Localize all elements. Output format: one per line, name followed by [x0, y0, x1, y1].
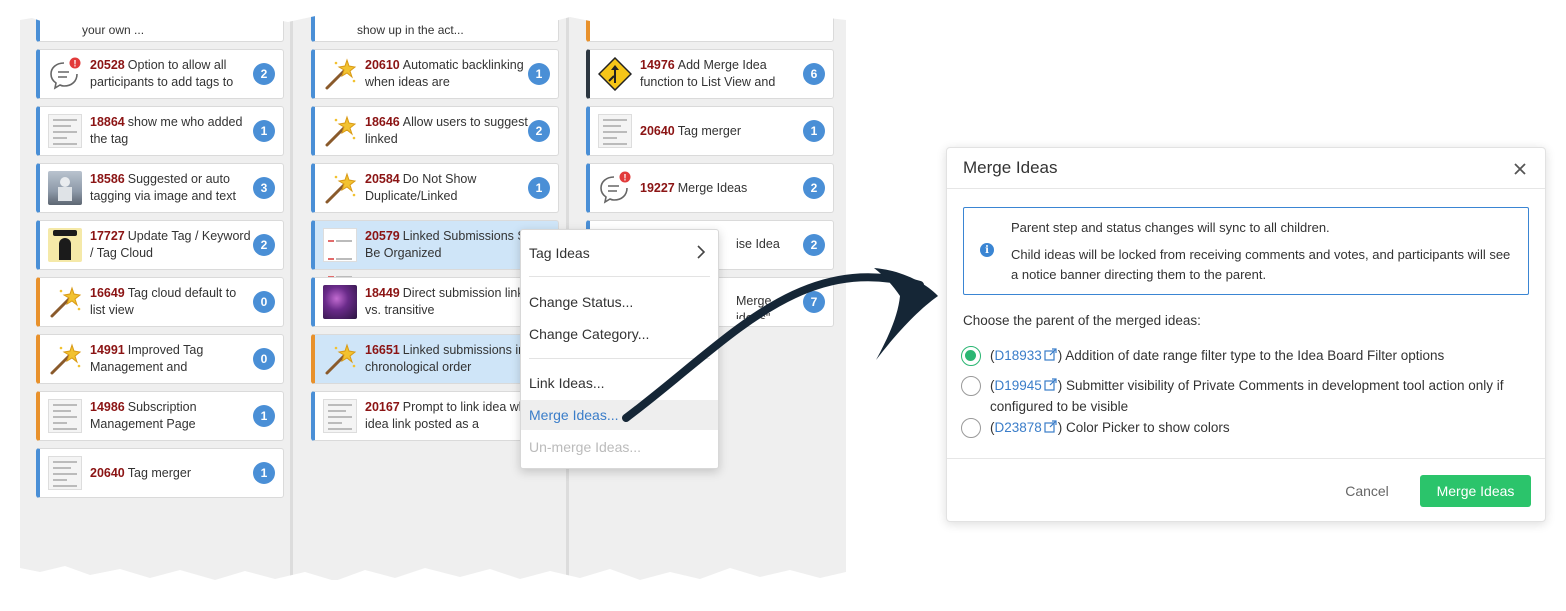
- screenshot-stage: your own ... show up in the act... ! 2052…: [0, 0, 1566, 611]
- menu-item-label: Change Category...: [529, 326, 650, 342]
- chevron-right-icon: [696, 245, 706, 262]
- info-line-1: Parent step and status changes will sync…: [1011, 220, 1330, 235]
- radio-button[interactable]: [961, 376, 981, 396]
- option-text: (D18933) Addition of date range filter t…: [990, 346, 1444, 367]
- option-text: (D19945) Submitter visibility of Private…: [990, 377, 1504, 414]
- idea-link[interactable]: D19945: [995, 378, 1042, 393]
- idea-link[interactable]: D18933: [995, 348, 1042, 363]
- info-icon: i: [980, 243, 994, 257]
- menu-item-label: Link Ideas...: [529, 375, 605, 391]
- context-menu: Tag Ideas Change Status... Change Catego…: [520, 229, 719, 469]
- radio-button[interactable]: [961, 418, 981, 438]
- dialog-title: Merge Ideas: [963, 158, 1058, 177]
- option-label: ) Color Picker to show colors: [1057, 420, 1230, 435]
- menu-item-change-status[interactable]: Change Status...: [521, 287, 718, 317]
- parent-option[interactable]: (D23878) Color Picker to show colors: [961, 418, 1536, 439]
- menu-item-label: Merge Ideas...: [529, 407, 619, 423]
- option-text: (D23878) Color Picker to show colors: [990, 418, 1230, 439]
- choose-parent-label: Choose the parent of the merged ideas:: [963, 313, 1201, 328]
- external-link-icon: [1044, 377, 1057, 397]
- parent-option[interactable]: (D19945) Submitter visibility of Private…: [961, 376, 1536, 417]
- menu-item-change-category[interactable]: Change Category...: [521, 319, 718, 349]
- option-label: ) Addition of date range filter type to …: [1057, 348, 1445, 363]
- radio-button[interactable]: [961, 346, 981, 366]
- menu-item-link-ideas[interactable]: Link Ideas...: [521, 368, 718, 398]
- menu-item-tag-ideas[interactable]: Tag Ideas: [521, 238, 718, 268]
- merge-ideas-button[interactable]: Merge Ideas: [1420, 475, 1531, 507]
- cancel-button[interactable]: Cancel: [1327, 475, 1407, 507]
- menu-item-label: Change Status...: [529, 294, 634, 310]
- menu-item-label: Un-merge Ideas...: [529, 439, 642, 455]
- menu-separator: [529, 276, 710, 277]
- external-link-icon: [1044, 347, 1057, 367]
- idea-link[interactable]: D23878: [995, 420, 1042, 435]
- menu-item-label: Tag Ideas: [529, 245, 590, 261]
- dialog-header-divider: [947, 188, 1545, 189]
- menu-item-merge-ideas[interactable]: Merge Ideas...: [521, 400, 718, 430]
- merge-ideas-dialog: Merge Ideas i Parent step and status cha…: [946, 147, 1546, 522]
- external-link-icon: [1044, 419, 1057, 439]
- menu-separator: [529, 358, 710, 359]
- dialog-footer-divider: [947, 458, 1545, 459]
- torn-edge-overlay: [20, 0, 866, 611]
- info-line-2: Child ideas will be locked from receivin…: [1011, 247, 1511, 282]
- menu-item-unmerge-ideas: Un-merge Ideas...: [521, 432, 718, 462]
- info-notice: i Parent step and status changes will sy…: [963, 207, 1529, 295]
- parent-option[interactable]: (D18933) Addition of date range filter t…: [961, 346, 1536, 367]
- option-label: ) Submitter visibility of Private Commen…: [990, 378, 1504, 414]
- close-icon[interactable]: [1513, 156, 1527, 182]
- idea-board: your own ... show up in the act... ! 2052…: [20, 0, 866, 611]
